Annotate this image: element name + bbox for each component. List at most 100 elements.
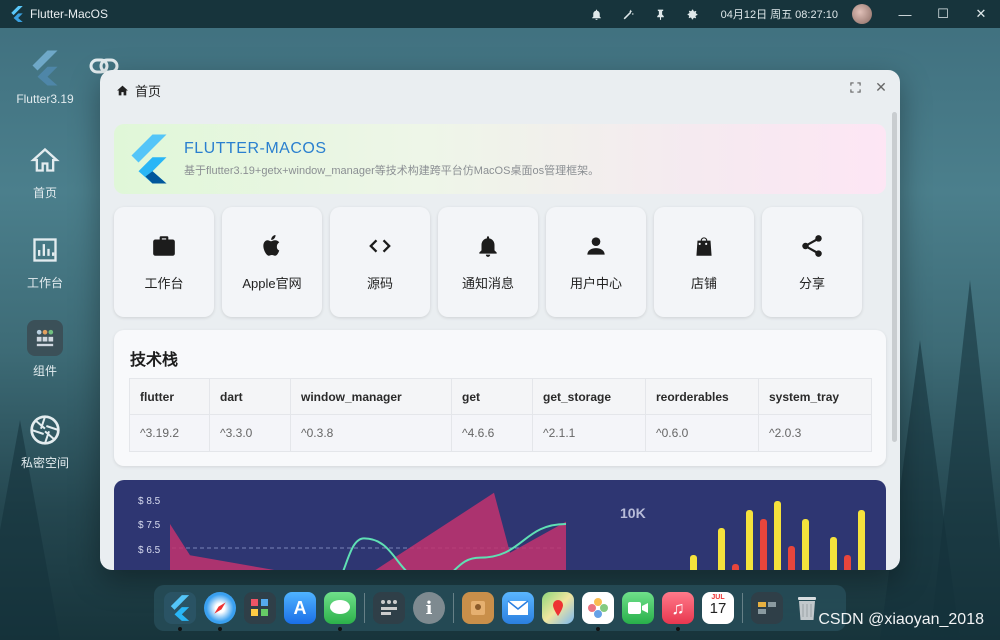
pin-icon[interactable]: [645, 0, 677, 28]
y-tick-label: $ 6.5: [138, 545, 161, 556]
scrollbar[interactable]: [892, 112, 897, 442]
banner-title: FLUTTER-MACOS: [184, 140, 327, 157]
column-header: get_storage: [532, 378, 646, 415]
bar: [844, 555, 851, 570]
column-header: reorderables: [645, 378, 759, 415]
banner: FLUTTER-MACOS 基于flutter3.19+getx+window_…: [114, 124, 886, 194]
fullscreen-button[interactable]: [846, 78, 864, 96]
dock-widgets-icon[interactable]: [373, 592, 405, 624]
dock-safari-icon[interactable]: [204, 592, 236, 631]
desktop-icon-label: 工作台: [26, 276, 63, 290]
desktop-icon-workbench[interactable]: 工作台: [10, 232, 80, 291]
share-icon: [802, 234, 822, 257]
bar: [774, 501, 781, 570]
dock-launchpad-icon[interactable]: [244, 592, 276, 624]
main-window: 首页 ✕ FLUTTER-MACOS 基于flutter3.19+getx+wi…: [100, 70, 900, 570]
window-close-button[interactable]: ✕: [872, 78, 890, 96]
maximize-button[interactable]: ☐: [924, 0, 962, 28]
desktop-icon-label: Flutter3.19: [16, 92, 74, 106]
gear-icon[interactable]: [677, 0, 709, 28]
desktop-icon-label: 组件: [32, 364, 57, 378]
column-header: get: [451, 378, 533, 415]
tile-workbench[interactable]: 工作台: [114, 207, 214, 317]
area-series-1: [170, 492, 566, 570]
y-tick-label: $ 8.5: [138, 496, 161, 507]
dock-contacts-icon[interactable]: [462, 592, 494, 624]
bar: [788, 546, 795, 570]
bar: [858, 510, 865, 570]
tile-share[interactable]: 分享: [762, 207, 862, 317]
tile-source[interactable]: 源码: [330, 207, 430, 317]
column-header: window_manager: [290, 378, 452, 415]
tile-label: 店铺: [690, 275, 717, 291]
bg-tree: [930, 280, 1000, 640]
tile-label: Apple官网: [242, 275, 302, 291]
tile-apple[interactable]: Apple官网: [222, 207, 322, 317]
watermark: CSDN @xiaoyan_2018: [818, 611, 984, 628]
desktop-icon-flutter[interactable]: Flutter3.19: [10, 50, 80, 106]
avatar[interactable]: [852, 4, 872, 24]
bar: [718, 528, 725, 570]
table-header-row: flutter dart window_manager get get_stor…: [129, 378, 872, 415]
tile-notifications[interactable]: 通知消息: [438, 207, 538, 317]
dock-separator: [742, 593, 743, 623]
tech-stack-title: 技术栈: [130, 352, 179, 369]
table-cell: ^0.3.8: [290, 414, 452, 452]
bell-icon: [479, 235, 497, 257]
flutter-logo-icon: [11, 6, 23, 22]
dock-maps-icon[interactable]: [542, 592, 574, 624]
dock-folder-icon[interactable]: [751, 592, 783, 624]
dock: A i ♫ JUL 17: [154, 585, 846, 631]
desktop-icon-private[interactable]: 私密空间: [10, 412, 80, 471]
dock-mail-icon[interactable]: [502, 592, 534, 624]
dock-separator: [453, 593, 454, 623]
dock-separator: [364, 593, 365, 623]
shopping-bag-icon: [696, 236, 712, 256]
dock-photos-icon[interactable]: [582, 592, 614, 631]
bar: [690, 555, 697, 570]
dock-info-icon[interactable]: i: [413, 592, 445, 624]
tile-label: 分享: [798, 275, 825, 291]
flutter-logo-icon: [131, 134, 167, 184]
desktop-icon-label: 私密空间: [20, 456, 69, 470]
banner-subtitle: 基于flutter3.19+getx+window_manager等技术构建跨平…: [184, 165, 600, 177]
column-header: system_tray: [758, 378, 872, 415]
window-header[interactable]: 首页 ✕: [100, 70, 900, 110]
dock-calendar-icon[interactable]: JUL 17: [702, 592, 734, 624]
bar-series: [690, 501, 865, 570]
desktop-icon-home[interactable]: 首页: [10, 142, 80, 201]
tile-user-center[interactable]: 用户中心: [546, 207, 646, 317]
close-button[interactable]: ✕: [962, 0, 1000, 28]
home-icon: [27, 142, 63, 178]
table-cell: ^2.0.3: [758, 414, 872, 452]
column-header: dart: [209, 378, 291, 415]
y-tick-label: $ 7.5: [138, 520, 161, 531]
tile-label: 通知消息: [461, 275, 514, 291]
desktop-icon-components[interactable]: 组件: [10, 320, 80, 379]
tech-stack-card: 技术栈 flutter dart window_manager get get_…: [114, 330, 886, 466]
flutter-logo-icon: [27, 50, 63, 86]
tile-shop[interactable]: 店铺: [654, 207, 754, 317]
desktop-icon-label: 首页: [32, 186, 57, 200]
clock: 04月12日 周五 08:27:10: [720, 9, 838, 21]
quick-links: 工作台 Apple官网 源码 通知消息 用户中心 店铺 分享: [114, 207, 862, 317]
dock-app-store-icon[interactable]: A: [284, 592, 316, 624]
user-icon: [587, 236, 605, 255]
magic-wand-icon[interactable]: [613, 0, 645, 28]
bar: [746, 510, 753, 570]
aperture-icon: [27, 412, 63, 448]
menu-bar: Flutter-MacOS 04月12日 周五 08:27:10 — ☐ ✕: [0, 0, 1000, 28]
table-cell: ^2.1.1: [532, 414, 646, 452]
dock-facetime-icon[interactable]: [622, 592, 654, 624]
dock-music-icon[interactable]: ♫: [662, 592, 694, 631]
minimize-button[interactable]: —: [886, 0, 924, 28]
table-cell: ^4.6.6: [451, 414, 533, 452]
area-series: [169, 492, 567, 570]
bar: [830, 537, 837, 570]
table-cell: ^3.19.2: [129, 414, 210, 452]
bar: [732, 564, 739, 570]
dock-flutter-icon[interactable]: [164, 592, 196, 631]
dock-messages-icon[interactable]: [324, 592, 356, 631]
bell-icon[interactable]: [581, 0, 613, 28]
bar: [760, 519, 767, 570]
